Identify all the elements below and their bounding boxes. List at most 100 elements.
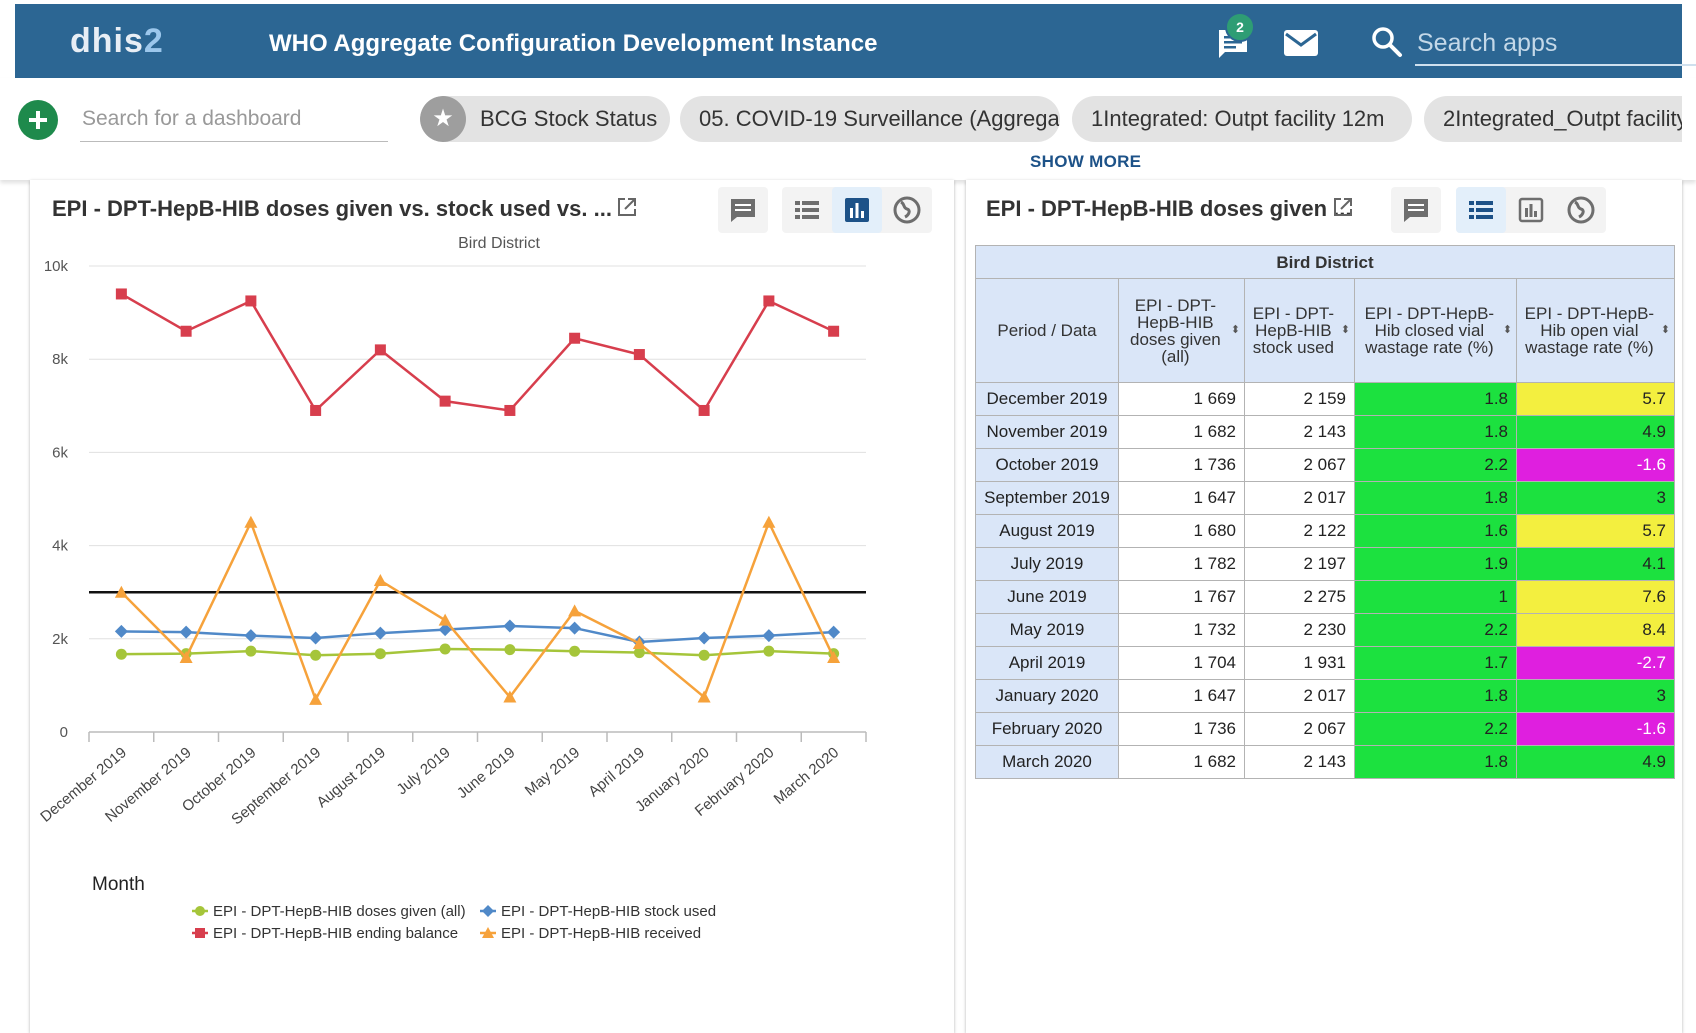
doses-cell[interactable]: 1 680 <box>1118 514 1245 548</box>
dashboard-chip-starred[interactable]: ★ BCG Stock Status <box>420 96 670 142</box>
data-point[interactable] <box>633 349 645 361</box>
data-point[interactable] <box>698 404 710 416</box>
legend-item[interactable]: EPI - DPT-HepB-HIB received <box>501 925 701 942</box>
closed-wastage-cell[interactable]: 1.8 <box>1354 382 1517 416</box>
period-cell[interactable]: December 2019 <box>975 382 1119 416</box>
column-header-stock[interactable]: EPI - DPT-HepB-HIB stock used ⬍ <box>1244 278 1355 383</box>
data-point[interactable] <box>504 404 516 416</box>
data-point[interactable] <box>309 631 323 645</box>
data-point[interactable] <box>827 625 841 639</box>
doses-cell[interactable]: 1 782 <box>1118 547 1245 581</box>
period-cell[interactable]: April 2019 <box>975 646 1119 680</box>
stock-cell[interactable]: 2 275 <box>1244 580 1355 614</box>
column-header-closed-wastage[interactable]: EPI - DPT-HepB-Hib closed vial wastage r… <box>1354 278 1517 383</box>
period-cell[interactable]: November 2019 <box>975 415 1119 449</box>
period-cell[interactable]: June 2019 <box>975 580 1119 614</box>
data-point[interactable] <box>115 288 127 300</box>
closed-wastage-cell[interactable]: 1.6 <box>1354 514 1517 548</box>
data-point[interactable] <box>568 604 582 617</box>
data-point[interactable] <box>697 631 711 645</box>
data-point[interactable] <box>569 645 581 657</box>
data-point[interactable] <box>504 644 516 656</box>
doses-cell[interactable]: 1 736 <box>1118 448 1245 482</box>
data-point[interactable] <box>698 649 710 661</box>
open-wastage-cell[interactable]: -2.7 <box>1516 646 1675 680</box>
closed-wastage-cell[interactable]: 1.9 <box>1354 547 1517 581</box>
data-point[interactable] <box>244 515 258 528</box>
closed-wastage-cell[interactable]: 1.8 <box>1354 679 1517 713</box>
closed-wastage-cell[interactable]: 1 <box>1354 580 1517 614</box>
table-panel-title[interactable]: EPI - DPT-HepB-HIB doses given ... <box>986 196 1352 222</box>
data-point[interactable] <box>245 645 257 657</box>
closed-wastage-cell[interactable]: 2.2 <box>1354 712 1517 746</box>
dhis2-logo[interactable]: dhis2 <box>70 22 164 61</box>
dashboard-search-input[interactable] <box>80 96 388 142</box>
add-dashboard-button[interactable] <box>18 100 58 140</box>
doses-cell[interactable]: 1 647 <box>1118 679 1245 713</box>
period-cell[interactable]: August 2019 <box>975 514 1119 548</box>
legend-item[interactable]: EPI - DPT-HepB-HIB stock used <box>501 903 716 920</box>
stock-cell[interactable]: 2 159 <box>1244 382 1355 416</box>
dashboard-chip[interactable]: 1Integrated: Outpt facility 12m <box>1072 96 1412 142</box>
data-point[interactable] <box>828 325 840 337</box>
closed-wastage-cell[interactable]: 1.8 <box>1354 745 1517 779</box>
open-wastage-cell[interactable]: 3 <box>1516 481 1675 515</box>
stock-cell[interactable]: 1 931 <box>1244 646 1355 680</box>
data-point[interactable] <box>439 643 451 655</box>
closed-wastage-cell[interactable]: 1.8 <box>1354 481 1517 515</box>
open-wastage-cell[interactable]: 3 <box>1516 679 1675 713</box>
data-point[interactable] <box>245 295 257 307</box>
data-point[interactable] <box>763 645 775 657</box>
closed-wastage-cell[interactable]: 1.7 <box>1354 646 1517 680</box>
open-wastage-cell[interactable]: -1.6 <box>1516 712 1675 746</box>
open-wastage-cell[interactable]: 5.7 <box>1516 514 1675 548</box>
view-as-table-button[interactable] <box>1456 187 1506 233</box>
show-more-button[interactable]: SHOW MORE <box>1030 152 1141 172</box>
stock-cell[interactable]: 2 197 <box>1244 547 1355 581</box>
dashboard-chip[interactable]: 05. COVID-19 Surveillance (Aggregate) <box>680 96 1060 142</box>
messages-button[interactable] <box>1281 26 1321 62</box>
data-point[interactable] <box>115 648 127 660</box>
doses-cell[interactable]: 1 732 <box>1118 613 1245 647</box>
column-header-open-wastage[interactable]: EPI - DPT-HepB-Hib open vial wastage rat… <box>1516 278 1675 383</box>
doses-cell[interactable]: 1 682 <box>1118 745 1245 779</box>
data-point[interactable] <box>310 404 322 416</box>
open-wastage-cell[interactable]: 4.9 <box>1516 745 1675 779</box>
data-point[interactable] <box>373 574 387 587</box>
doses-cell[interactable]: 1 736 <box>1118 712 1245 746</box>
period-cell[interactable]: May 2019 <box>975 613 1119 647</box>
search-apps-input[interactable] <box>1415 22 1696 66</box>
view-as-map-button[interactable] <box>1556 187 1606 233</box>
doses-cell[interactable]: 1 704 <box>1118 646 1245 680</box>
data-point[interactable] <box>762 515 776 528</box>
open-wastage-cell[interactable]: 4.1 <box>1516 547 1675 581</box>
open-external-icon[interactable] <box>1332 196 1354 218</box>
search-apps-button[interactable] <box>1369 24 1405 60</box>
open-wastage-cell[interactable]: 4.9 <box>1516 415 1675 449</box>
data-point[interactable] <box>568 621 582 635</box>
data-point[interactable] <box>244 629 258 643</box>
data-point[interactable] <box>179 625 193 639</box>
closed-wastage-cell[interactable]: 1.8 <box>1354 415 1517 449</box>
stock-cell[interactable]: 2 067 <box>1244 448 1355 482</box>
stock-cell[interactable]: 2 067 <box>1244 712 1355 746</box>
stock-cell[interactable]: 2 230 <box>1244 613 1355 647</box>
data-point[interactable] <box>374 648 386 660</box>
data-point[interactable] <box>763 295 775 307</box>
doses-cell[interactable]: 1 767 <box>1118 580 1245 614</box>
doses-cell[interactable]: 1 669 <box>1118 382 1245 416</box>
legend-item[interactable]: EPI - DPT-HepB-HIB doses given (all) <box>213 903 466 920</box>
legend-item[interactable]: EPI - DPT-HepB-HIB ending balance <box>213 925 458 942</box>
period-cell[interactable]: February 2020 <box>975 712 1119 746</box>
closed-wastage-cell[interactable]: 2.2 <box>1354 613 1517 647</box>
stock-cell[interactable]: 2 143 <box>1244 415 1355 449</box>
dashboard-chip[interactable]: 2Integrated_Outpt facility <box>1424 96 1682 142</box>
stock-cell[interactable]: 2 017 <box>1244 481 1355 515</box>
closed-wastage-cell[interactable]: 2.2 <box>1354 448 1517 482</box>
data-point[interactable] <box>180 325 192 337</box>
column-header-doses[interactable]: EPI - DPT-HepB-HIB doses given (all) ⬍ <box>1118 278 1245 383</box>
period-cell[interactable]: July 2019 <box>975 547 1119 581</box>
data-point[interactable] <box>114 624 128 638</box>
open-wastage-cell[interactable]: 8.4 <box>1516 613 1675 647</box>
data-point[interactable] <box>374 344 386 356</box>
